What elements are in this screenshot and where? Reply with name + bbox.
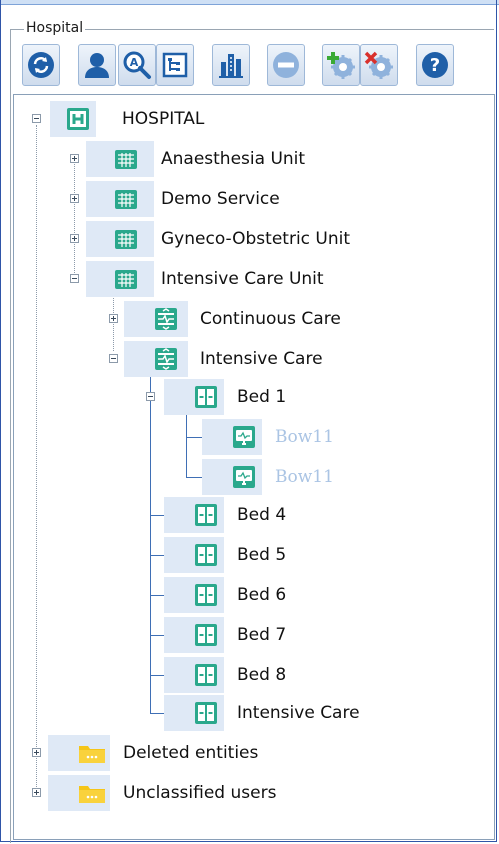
add-settings-button[interactable] (322, 44, 360, 86)
delete-settings-icon (364, 51, 393, 79)
bed-icon (195, 624, 217, 646)
hierarchy-button[interactable] (156, 44, 194, 86)
tree-node-label: Bed 8 (237, 665, 287, 685)
search-icon: A (123, 51, 151, 79)
expand-toggle[interactable] (70, 194, 79, 203)
building-button[interactable] (212, 44, 250, 86)
tree-node-label: Bed 6 (237, 585, 287, 605)
svg-text:A: A (130, 56, 139, 69)
collapse-toggle[interactable] (146, 392, 155, 401)
tree-line (186, 477, 202, 478)
tree-node-label: Intensive Care (237, 703, 360, 723)
unit-building-icon (115, 270, 137, 289)
care-service-icon (155, 348, 177, 370)
search-button[interactable]: A (118, 44, 156, 86)
expand-toggle[interactable] (32, 748, 41, 757)
folder-icon (79, 746, 105, 763)
tree-node-label: Bed 5 (237, 545, 287, 565)
tree-node-label: Demo Service (161, 189, 280, 209)
hospital-icon (67, 108, 89, 130)
remove-icon (273, 52, 299, 78)
tree-node-label: Gyneco-Obstetric Unit (161, 229, 351, 249)
refresh-button[interactable] (22, 44, 60, 86)
tree-node-label: Unclassified users (123, 783, 277, 803)
tree-node-label: Bow11 (275, 427, 334, 447)
monitor-icon (233, 466, 255, 488)
user-button[interactable] (78, 44, 116, 86)
tree-node-label: Continuous Care (200, 309, 341, 329)
care-service-icon (155, 308, 177, 330)
help-icon: ? (422, 52, 448, 78)
bed-icon (195, 386, 217, 408)
expand-toggle[interactable] (109, 314, 118, 323)
svg-text:?: ? (430, 55, 440, 76)
refresh-icon (28, 52, 54, 78)
tree-node-label: Intensive Care Unit (161, 269, 324, 289)
user-icon (85, 53, 109, 78)
collapse-toggle[interactable] (109, 354, 118, 363)
bed-icon (195, 504, 217, 526)
tree-node-label: Intensive Care (200, 349, 323, 369)
add-settings-icon (327, 52, 355, 79)
monitor-icon (233, 426, 255, 448)
delete-settings-button[interactable] (360, 44, 398, 86)
tree-node-label: Anaesthesia Unit (161, 149, 306, 169)
folder-icon (79, 786, 105, 803)
tree-node-label: Bed 7 (237, 625, 287, 645)
tree-line (186, 437, 202, 438)
tree-node-label: HOSPITAL (122, 109, 205, 129)
tree-node-label: Deleted entities (123, 743, 259, 763)
groupbox-title: Hospital (24, 20, 86, 36)
remove-button[interactable] (267, 44, 305, 86)
unit-building-icon (115, 150, 137, 169)
expand-toggle[interactable] (70, 154, 79, 163)
building-icon (219, 54, 243, 78)
tree-node-label: Bed 4 (237, 505, 287, 525)
collapse-toggle[interactable] (70, 274, 79, 283)
groupbox-border-left (10, 29, 11, 843)
help-button[interactable]: ? (416, 44, 454, 86)
expand-toggle[interactable] (70, 234, 79, 243)
expand-toggle[interactable] (32, 788, 41, 797)
bed-icon (195, 544, 217, 566)
bed-icon (195, 702, 217, 724)
tree-line (74, 161, 75, 275)
bed-icon (195, 664, 217, 686)
tree-node-label: Bow11 (275, 467, 334, 487)
unit-building-icon (115, 190, 137, 209)
hierarchy-icon (162, 52, 188, 78)
tree-view[interactable]: HOSPITAL Anaesthesia Unit Demo Service G… (13, 94, 495, 840)
unit-building-icon (115, 230, 137, 249)
bed-icon (195, 584, 217, 606)
tree-line (150, 361, 151, 713)
collapse-toggle[interactable] (32, 114, 41, 123)
tree-line (36, 125, 37, 795)
tree-node-label: Bed 1 (237, 387, 287, 407)
